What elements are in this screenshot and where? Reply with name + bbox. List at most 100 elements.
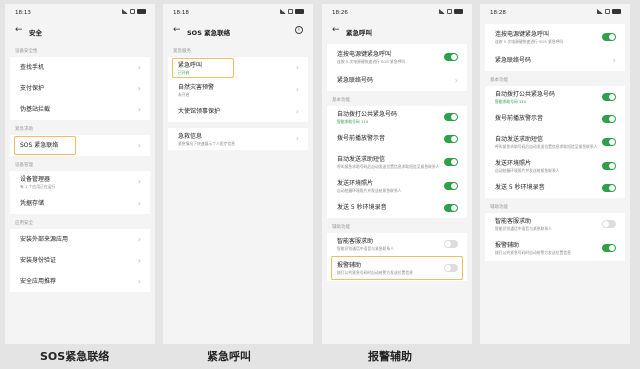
settings-row[interactable]: 伪基站拦截 › xyxy=(10,99,150,120)
settings-row[interactable]: 大使馆领事保护 › xyxy=(168,101,308,122)
setting-label: 报警辅助 xyxy=(495,241,520,249)
status-bar: 18:18 xyxy=(163,4,313,20)
wifi-icon xyxy=(605,9,610,14)
wifi-icon xyxy=(288,9,293,14)
setting-label: 发送环境照片 xyxy=(495,159,532,167)
settings-row[interactable]: 凭据存储 › xyxy=(10,193,150,214)
settings-row[interactable]: 拨号前播放警示音 xyxy=(327,128,467,149)
settings-row[interactable]: 自动发送求助短信 呼叫紧急求助号码后自动发送位置信息求助短信至紧急联系人 xyxy=(327,149,467,175)
setting-subtitle: 智能识别通话中语音与紧急联系人 xyxy=(495,225,552,231)
settings-row[interactable]: 急救信息 紧急情况下快速展示个人医疗信息 › xyxy=(168,128,308,150)
toggle-switch[interactable] xyxy=(602,138,616,146)
toggle-switch[interactable] xyxy=(602,33,616,41)
settings-row[interactable]: 紧急联络号码 › xyxy=(327,70,467,91)
section-label: 紧急求助 xyxy=(15,127,33,132)
toggle-switch[interactable] xyxy=(444,203,458,212)
chevron-right-icon: › xyxy=(295,85,299,94)
setting-subtitle: 已开启 xyxy=(178,69,190,75)
toggle-switch[interactable] xyxy=(602,244,616,252)
back-arrow-icon[interactable]: ← xyxy=(332,26,340,35)
battery-icon xyxy=(295,9,304,14)
settings-row[interactable]: 自动拨打公共紧急号码 智能求助号码 110 xyxy=(327,106,467,128)
toggle-switch[interactable] xyxy=(602,220,616,228)
setting-label: 连按电源键紧急呼叫 xyxy=(495,30,550,38)
toggle-switch[interactable] xyxy=(602,162,616,170)
toggle-switch[interactable] xyxy=(602,114,616,123)
setting-label: 凭据存储 xyxy=(20,199,45,207)
chevron-right-icon: › xyxy=(137,140,141,150)
settings-list: 连按电源键紧急呼叫 连按 5 次电源键快速进行 SOS 紧急呼叫 紧急联络号码 › 基本… xyxy=(322,42,472,281)
settings-row[interactable]: 安装身份验证 › xyxy=(10,250,150,271)
title-bar: ← SOS 紧急联络 i xyxy=(163,20,313,42)
section-label: 紧急服务 xyxy=(173,49,191,54)
settings-card: 智能客服求助 智能识别通话中语音与紧急联系人 报警辅助 拨打公共紧急号码时自动给警方发… xyxy=(327,233,467,281)
setting-subtitle: 呼叫紧急求助号码后自动发送位置信息求助短信至紧急联系人 xyxy=(495,143,598,149)
caption-emergency-call: 紧急呼叫 xyxy=(207,350,251,363)
toggle-switch[interactable] xyxy=(602,93,616,101)
section-label: 辅助功能 xyxy=(490,205,508,210)
settings-card: 连按电源键紧急呼叫 连按 5 次电源键快速进行 SOS 紧急呼叫 紧急联络号码 › xyxy=(327,44,467,91)
settings-row[interactable]: 报警辅助 拨打公共紧急号码时自动给警方发送位置信息 xyxy=(485,235,625,261)
setting-label: 智能客服求助 xyxy=(337,237,374,245)
setting-label: 拨号前播放警示音 xyxy=(337,134,386,142)
status-bar: 18:26 xyxy=(322,4,472,20)
settings-row[interactable]: 设备管理器有 1 个应用正在运行 › xyxy=(10,171,150,193)
setting-label: SOS 紧急联络 xyxy=(20,141,59,149)
toggle-switch[interactable] xyxy=(444,53,458,61)
settings-row[interactable]: 发送环境照片 自动拍摄环境照片并发送给紧急联系人 xyxy=(485,155,625,177)
toggle-switch[interactable] xyxy=(444,134,458,143)
wifi-icon xyxy=(447,9,452,14)
toggle-switch[interactable] xyxy=(444,264,458,272)
setting-label: 查找手机 xyxy=(20,63,45,71)
settings-row[interactable]: 发送环境照片 自动拍摄环境照片并发送给紧急联系人 xyxy=(327,175,467,197)
toggle-switch[interactable] xyxy=(444,113,458,121)
toggle-switch[interactable] xyxy=(444,240,458,248)
chevron-right-icon: › xyxy=(137,276,141,286)
toggle-switch[interactable] xyxy=(444,158,458,166)
chevron-right-icon: › xyxy=(137,83,141,93)
settings-row[interactable]: 报警辅助 拨打公共紧急号码时自动给警方发送位置信息 xyxy=(327,255,467,281)
settings-row[interactable]: 紧急联络号码 › xyxy=(485,50,625,71)
battery-icon xyxy=(612,9,621,14)
settings-row[interactable]: 紧急呼叫 已开启 › xyxy=(168,57,308,79)
settings-row[interactable]: 连按电源键紧急呼叫 连按 5 次电源键快速进行 SOS 紧急呼叫 xyxy=(327,44,467,70)
toggle-switch[interactable] xyxy=(602,183,616,192)
chevron-right-icon: › xyxy=(137,104,141,114)
setting-subtitle: 有 1 个应用正在运行 xyxy=(20,183,56,189)
settings-row[interactable]: 自动发送求助短信 呼叫紧急求助号码后自动发送位置信息求助短信至紧急联系人 xyxy=(485,129,625,155)
settings-row[interactable]: 智能客服求助 智能识别通话中语音与紧急联系人 xyxy=(485,213,625,235)
page-title: 紧急呼叫 xyxy=(346,29,372,37)
chevron-right-icon: › xyxy=(137,177,141,186)
title-bar: ← 紧急呼叫 xyxy=(322,20,472,42)
setting-subtitle: 呼叫紧急求助号码后自动发送位置信息求助短信至紧急联系人 xyxy=(337,163,440,169)
settings-row[interactable]: 发送 5 秒环境录音 xyxy=(327,197,467,218)
settings-row[interactable]: 查找手机 › xyxy=(10,57,150,78)
settings-row[interactable]: 自然灾害预警 未开启 › xyxy=(168,79,308,101)
settings-row[interactable]: SOS 紧急联络 › xyxy=(10,135,150,156)
setting-subtitle: 自动拍摄环境照片并发送给紧急联系人 xyxy=(337,187,402,193)
setting-label: 自然灾害预警 xyxy=(178,83,215,91)
settings-row[interactable]: 连按电源键紧急呼叫 连按 5 次电源键快速进行 SOS 紧急呼叫 xyxy=(485,24,625,50)
settings-row[interactable]: 智能客服求助 智能识别通话中语音与紧急联系人 xyxy=(327,233,467,255)
settings-row[interactable]: 安装外部来源应用 › xyxy=(10,229,150,250)
caption-sos-contact: SOS紧急联络 xyxy=(40,350,110,363)
settings-row[interactable]: 支付保护 › xyxy=(10,78,150,99)
settings-card: 紧急呼叫 已开启 › 自然灾害预警 未开启 › 大使馆领事保护 › xyxy=(168,57,308,122)
chevron-right-icon: › xyxy=(295,106,299,116)
settings-row[interactable]: 拨号前播放警示音 xyxy=(485,108,625,129)
setting-label: 连按电源键紧急呼叫 xyxy=(337,50,392,58)
signal-icon xyxy=(122,9,128,14)
toggle-switch[interactable] xyxy=(444,182,458,190)
setting-label: 安装外部来源应用 xyxy=(20,235,69,243)
settings-row[interactable]: 安全应用推荐 › xyxy=(10,271,150,292)
comparison-collage: 18:13 ← 安全 设备安全性 查找手机 › 支付保护 › 伪基站拦截 › 紧急求助 SOS … xyxy=(0,0,640,369)
back-arrow-icon[interactable]: ← xyxy=(173,26,181,35)
settings-row[interactable]: 自动拨打公共紧急号码 智能求助号码 110 xyxy=(485,86,625,108)
back-arrow-icon[interactable]: ← xyxy=(15,26,23,35)
chevron-right-icon: › xyxy=(612,55,616,65)
chevron-right-icon: › xyxy=(295,63,299,72)
info-icon[interactable]: i xyxy=(295,26,303,34)
signal-icon xyxy=(280,9,286,14)
settings-row[interactable]: 发送 5 秒环境录音 xyxy=(485,177,625,198)
setting-label: 紧急联络号码 xyxy=(495,56,532,64)
